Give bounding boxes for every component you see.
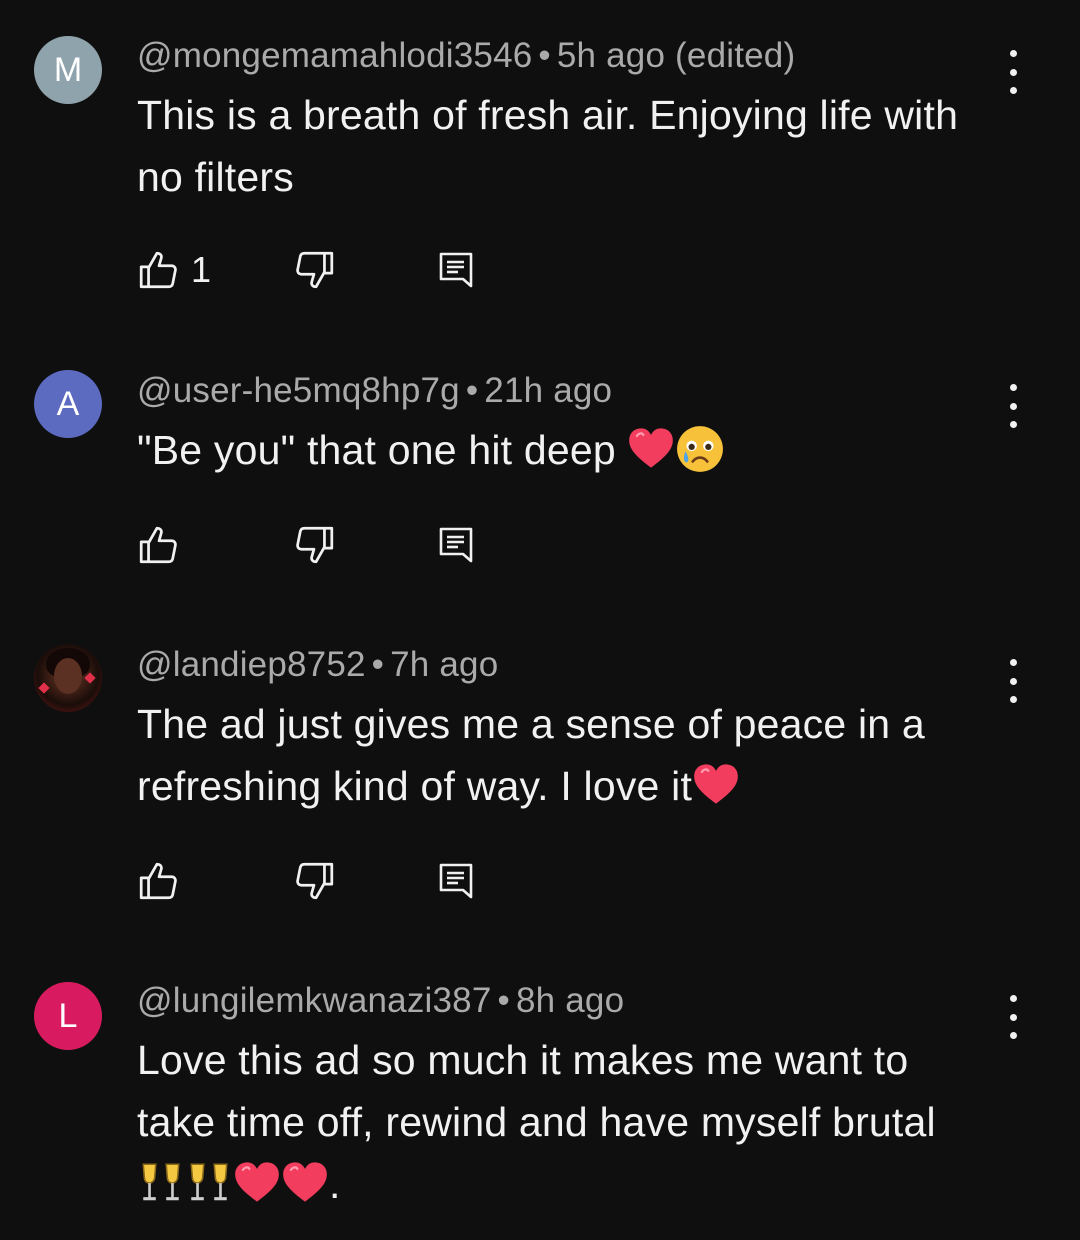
comment-meta: @mongemamahlodi3546 • 5h ago (edited) bbox=[137, 36, 795, 76]
comment-time[interactable]: 21h ago bbox=[484, 371, 612, 410]
comment-actions: 1 bbox=[0, 246, 1080, 294]
meta-separator: • bbox=[497, 981, 510, 1020]
comment-line: take time off, rewind and have myself br… bbox=[137, 1099, 936, 1145]
dislike-button[interactable] bbox=[294, 521, 336, 569]
comment-line: Love this ad so much it makes me want to bbox=[137, 1037, 909, 1083]
like-button[interactable] bbox=[137, 521, 179, 569]
dislike-button[interactable] bbox=[294, 246, 336, 294]
comment-author[interactable]: @user-he5mq8hp7g bbox=[137, 371, 460, 410]
avatar[interactable]: A bbox=[34, 370, 102, 438]
comment-author[interactable]: @landiep8752 bbox=[137, 645, 366, 684]
reply-comment-icon bbox=[436, 860, 476, 902]
comment-line-text: "Be you" that one hit deep bbox=[137, 427, 616, 473]
comment-line: . bbox=[137, 1153, 1017, 1215]
comment-author[interactable]: @lungilemkwanazi387 bbox=[137, 981, 492, 1020]
comment-meta: @user-he5mq8hp7g • 21h ago bbox=[137, 371, 612, 411]
reply-comment-icon bbox=[436, 249, 476, 291]
clinking-glasses-icon bbox=[137, 1158, 185, 1206]
thumbs-down-icon bbox=[294, 860, 336, 902]
comment-time[interactable]: 5h ago (edited) bbox=[557, 36, 795, 75]
crying-face-icon bbox=[675, 424, 725, 474]
thumbs-up-icon bbox=[137, 249, 179, 291]
comment-time[interactable]: 8h ago bbox=[516, 981, 624, 1020]
meta-separator: • bbox=[538, 36, 551, 75]
avatar-letter: A bbox=[56, 384, 80, 423]
thumbs-down-icon bbox=[294, 249, 336, 291]
avatar[interactable]: L bbox=[34, 982, 102, 1050]
thumbs-down-icon bbox=[294, 524, 336, 566]
comment-time[interactable]: 7h ago bbox=[390, 645, 498, 684]
red-heart-icon bbox=[281, 1160, 329, 1204]
comment-line: refreshing kind of way. I love it bbox=[137, 755, 1017, 817]
thumbs-up-icon bbox=[137, 524, 179, 566]
red-heart-icon bbox=[233, 1160, 281, 1204]
comment-line: This is a breath of fresh air. Enjoying … bbox=[137, 92, 959, 138]
comment-text: Love this ad so much it makes me want to… bbox=[137, 1029, 1017, 1215]
avatar-letter: M bbox=[53, 50, 83, 89]
reply-button[interactable] bbox=[436, 246, 476, 294]
red-heart-icon bbox=[627, 426, 675, 470]
meta-separator: • bbox=[371, 645, 385, 684]
meta-separator: • bbox=[465, 371, 479, 410]
comment-author[interactable]: @mongemamahlodi3546 bbox=[137, 36, 532, 75]
comment-line-text: . bbox=[329, 1161, 341, 1207]
comment-text: "Be you" that one hit deep bbox=[137, 419, 1017, 481]
dislike-button[interactable] bbox=[294, 857, 336, 905]
comment-meta: @landiep8752 • 7h ago bbox=[137, 645, 498, 685]
comment-line: The ad just gives me a sense of peace in… bbox=[137, 701, 925, 747]
comment-meta: @lungilemkwanazi387 • 8h ago bbox=[137, 981, 624, 1021]
comment-actions bbox=[0, 857, 1080, 905]
thumbs-up-icon bbox=[137, 860, 179, 902]
comment-actions bbox=[0, 521, 1080, 569]
red-heart-icon bbox=[692, 762, 740, 806]
comment-line-text: refreshing kind of way. I love it bbox=[137, 763, 693, 809]
avatar-letter: L bbox=[58, 996, 78, 1035]
clinking-glasses-icon bbox=[185, 1158, 233, 1206]
reply-comment-icon bbox=[436, 524, 476, 566]
like-button[interactable] bbox=[137, 857, 179, 905]
avatar-photo[interactable] bbox=[34, 644, 102, 712]
like-count: 1 bbox=[191, 249, 212, 290]
comment-text: The ad just gives me a sense of peace in… bbox=[137, 693, 1017, 817]
comment-line: no filters bbox=[137, 154, 294, 200]
reply-button[interactable] bbox=[436, 857, 476, 905]
avatar[interactable]: M bbox=[34, 36, 102, 104]
like-button[interactable]: 1 bbox=[137, 246, 211, 294]
comment-text: This is a breath of fresh air. Enjoying … bbox=[137, 84, 1017, 208]
comment-line: "Be you" that one hit deep bbox=[137, 419, 1017, 481]
reply-button[interactable] bbox=[436, 521, 476, 569]
